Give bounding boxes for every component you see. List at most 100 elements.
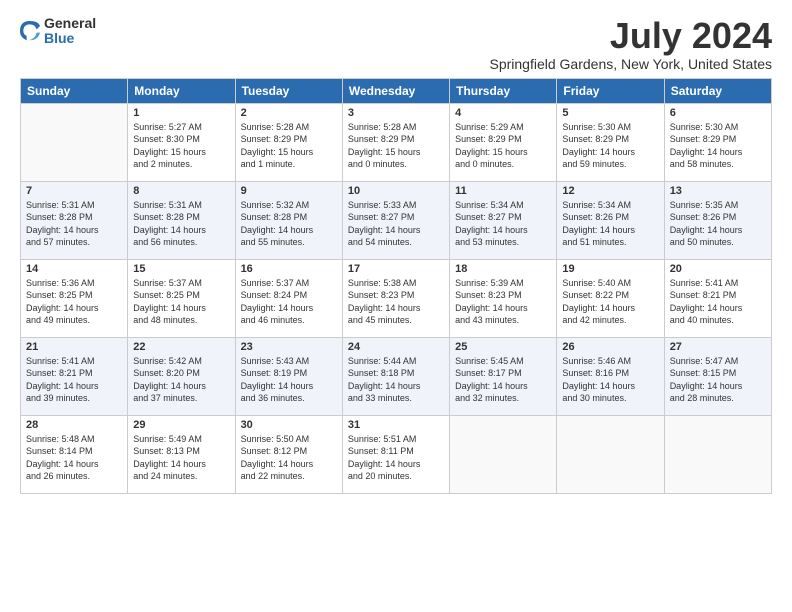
- day-info: Sunrise: 5:43 AM Sunset: 8:19 PM Dayligh…: [241, 355, 337, 405]
- day-info: Sunrise: 5:47 AM Sunset: 8:15 PM Dayligh…: [670, 355, 766, 405]
- day-info: Sunrise: 5:45 AM Sunset: 8:17 PM Dayligh…: [455, 355, 551, 405]
- table-cell: 16Sunrise: 5:37 AM Sunset: 8:24 PM Dayli…: [235, 259, 342, 337]
- table-cell: 27 Sunrise: 5:47 AM Sunset: 8:15 PM Dayli…: [664, 337, 771, 415]
- header-monday: Monday: [128, 78, 235, 103]
- header: General Blue July 2024 Springfield Garde…: [20, 16, 772, 72]
- table-cell: [21, 103, 128, 181]
- day-number: 9: [241, 185, 337, 197]
- logo-blue: Blue: [44, 31, 96, 46]
- header-thursday: Thursday: [450, 78, 557, 103]
- table-cell: 26Sunrise: 5:46 AM Sunset: 8:16 PM Dayli…: [557, 337, 664, 415]
- day-number: 15: [133, 263, 229, 275]
- table-cell: 14Sunrise: 5:36 AM Sunset: 8:25 PM Dayli…: [21, 259, 128, 337]
- table-cell: 24Sunrise: 5:44 AM Sunset: 8:18 PM Dayli…: [342, 337, 449, 415]
- table-row: 14Sunrise: 5:36 AM Sunset: 8:25 PM Dayli…: [21, 259, 772, 337]
- day-info: Sunrise: 5:28 AM Sunset: 8:29 PM Dayligh…: [241, 121, 337, 171]
- day-info: Sunrise: 5:50 AM Sunset: 8:12 PM Dayligh…: [241, 433, 337, 483]
- day-info: Sunrise: 5:49 AM Sunset: 8:13 PM Dayligh…: [133, 433, 229, 483]
- table-cell: 22 Sunrise: 5:42 AM Sunset: 8:20 PM Dayli…: [128, 337, 235, 415]
- table-cell: [664, 415, 771, 493]
- table-cell: 29 Sunrise: 5:49 AM Sunset: 8:13 PM Dayli…: [128, 415, 235, 493]
- day-info: Sunrise: 5:27 AM Sunset: 8:30 PM Dayligh…: [133, 121, 229, 171]
- header-sunday: Sunday: [21, 78, 128, 103]
- table-cell: 10Sunrise: 5:33 AM Sunset: 8:27 PM Dayli…: [342, 181, 449, 259]
- day-info: Sunrise: 5:42 AM Sunset: 8:20 PM Dayligh…: [133, 355, 229, 405]
- day-number: 17: [348, 263, 444, 275]
- table-cell: 25Sunrise: 5:45 AM Sunset: 8:17 PM Dayli…: [450, 337, 557, 415]
- day-number: 2: [241, 107, 337, 119]
- table-cell: 17 Sunrise: 5:38 AM Sunset: 8:23 PM Dayli…: [342, 259, 449, 337]
- day-number: 30: [241, 419, 337, 431]
- table-cell: 2 Sunrise: 5:28 AM Sunset: 8:29 PM Daylig…: [235, 103, 342, 181]
- day-number: 6: [670, 107, 766, 119]
- table-cell: 8Sunrise: 5:31 AM Sunset: 8:28 PM Daylig…: [128, 181, 235, 259]
- day-number: 18: [455, 263, 551, 275]
- table-cell: 20 Sunrise: 5:41 AM Sunset: 8:21 PM Dayli…: [664, 259, 771, 337]
- table-cell: 11 Sunrise: 5:34 AM Sunset: 8:27 PM Dayli…: [450, 181, 557, 259]
- table-cell: [450, 415, 557, 493]
- day-info: Sunrise: 5:32 AM Sunset: 8:28 PM Dayligh…: [241, 199, 337, 249]
- table-cell: 1 Sunrise: 5:27 AM Sunset: 8:30 PM Daylig…: [128, 103, 235, 181]
- day-info: Sunrise: 5:29 AM Sunset: 8:29 PM Dayligh…: [455, 121, 551, 171]
- day-info: Sunrise: 5:35 AM Sunset: 8:26 PM Dayligh…: [670, 199, 766, 249]
- day-info: Sunrise: 5:46 AM Sunset: 8:16 PM Dayligh…: [562, 355, 658, 405]
- table-cell: 13Sunrise: 5:35 AM Sunset: 8:26 PM Dayli…: [664, 181, 771, 259]
- table-cell: 4 Sunrise: 5:29 AM Sunset: 8:29 PM Daylig…: [450, 103, 557, 181]
- day-number: 5: [562, 107, 658, 119]
- main-title: July 2024: [490, 16, 773, 56]
- day-info: Sunrise: 5:39 AM Sunset: 8:23 PM Dayligh…: [455, 277, 551, 327]
- day-info: Sunrise: 5:38 AM Sunset: 8:23 PM Dayligh…: [348, 277, 444, 327]
- calendar-table: Sunday Monday Tuesday Wednesday Thursday…: [20, 78, 772, 494]
- day-info: Sunrise: 5:40 AM Sunset: 8:22 PM Dayligh…: [562, 277, 658, 327]
- logo-general: General: [44, 16, 96, 31]
- day-number: 7: [26, 185, 122, 197]
- table-cell: 28 Sunrise: 5:48 AM Sunset: 8:14 PM Dayli…: [21, 415, 128, 493]
- day-number: 3: [348, 107, 444, 119]
- day-number: 22: [133, 341, 229, 353]
- header-friday: Friday: [557, 78, 664, 103]
- day-info: Sunrise: 5:34 AM Sunset: 8:26 PM Dayligh…: [562, 199, 658, 249]
- table-cell: 12Sunrise: 5:34 AM Sunset: 8:26 PM Dayli…: [557, 181, 664, 259]
- day-number: 11: [455, 185, 551, 197]
- table-row: 21 Sunrise: 5:41 AM Sunset: 8:21 PM Dayli…: [21, 337, 772, 415]
- day-number: 20: [670, 263, 766, 275]
- header-tuesday: Tuesday: [235, 78, 342, 103]
- logo-text: General Blue: [44, 16, 96, 47]
- table-row: 1 Sunrise: 5:27 AM Sunset: 8:30 PM Daylig…: [21, 103, 772, 181]
- table-cell: 18 Sunrise: 5:39 AM Sunset: 8:23 PM Dayli…: [450, 259, 557, 337]
- table-cell: [557, 415, 664, 493]
- table-cell: 21 Sunrise: 5:41 AM Sunset: 8:21 PM Dayli…: [21, 337, 128, 415]
- day-number: 21: [26, 341, 122, 353]
- day-number: 28: [26, 419, 122, 431]
- day-info: Sunrise: 5:30 AM Sunset: 8:29 PM Dayligh…: [670, 121, 766, 171]
- day-info: Sunrise: 5:28 AM Sunset: 8:29 PM Dayligh…: [348, 121, 444, 171]
- day-number: 1: [133, 107, 229, 119]
- title-area: July 2024 Springfield Gardens, New York,…: [490, 16, 773, 72]
- table-cell: 3 Sunrise: 5:28 AM Sunset: 8:29 PM Daylig…: [342, 103, 449, 181]
- subtitle: Springfield Gardens, New York, United St…: [490, 56, 773, 72]
- day-info: Sunrise: 5:34 AM Sunset: 8:27 PM Dayligh…: [455, 199, 551, 249]
- table-row: 28 Sunrise: 5:48 AM Sunset: 8:14 PM Dayli…: [21, 415, 772, 493]
- day-number: 23: [241, 341, 337, 353]
- day-info: Sunrise: 5:37 AM Sunset: 8:24 PM Dayligh…: [241, 277, 337, 327]
- logo-icon: [20, 21, 40, 41]
- day-info: Sunrise: 5:41 AM Sunset: 8:21 PM Dayligh…: [26, 355, 122, 405]
- day-number: 19: [562, 263, 658, 275]
- day-info: Sunrise: 5:36 AM Sunset: 8:25 PM Dayligh…: [26, 277, 122, 327]
- table-cell: 30 Sunrise: 5:50 AM Sunset: 8:12 PM Dayli…: [235, 415, 342, 493]
- day-info: Sunrise: 5:30 AM Sunset: 8:29 PM Dayligh…: [562, 121, 658, 171]
- day-number: 8: [133, 185, 229, 197]
- day-info: Sunrise: 5:48 AM Sunset: 8:14 PM Dayligh…: [26, 433, 122, 483]
- weekday-header-row: Sunday Monday Tuesday Wednesday Thursday…: [21, 78, 772, 103]
- table-cell: 15Sunrise: 5:37 AM Sunset: 8:25 PM Dayli…: [128, 259, 235, 337]
- header-wednesday: Wednesday: [342, 78, 449, 103]
- day-number: 4: [455, 107, 551, 119]
- table-cell: 23 Sunrise: 5:43 AM Sunset: 8:19 PM Dayli…: [235, 337, 342, 415]
- day-number: 24: [348, 341, 444, 353]
- day-info: Sunrise: 5:41 AM Sunset: 8:21 PM Dayligh…: [670, 277, 766, 327]
- day-number: 10: [348, 185, 444, 197]
- day-number: 29: [133, 419, 229, 431]
- day-number: 31: [348, 419, 444, 431]
- page: General Blue July 2024 Springfield Garde…: [0, 0, 792, 612]
- day-number: 27: [670, 341, 766, 353]
